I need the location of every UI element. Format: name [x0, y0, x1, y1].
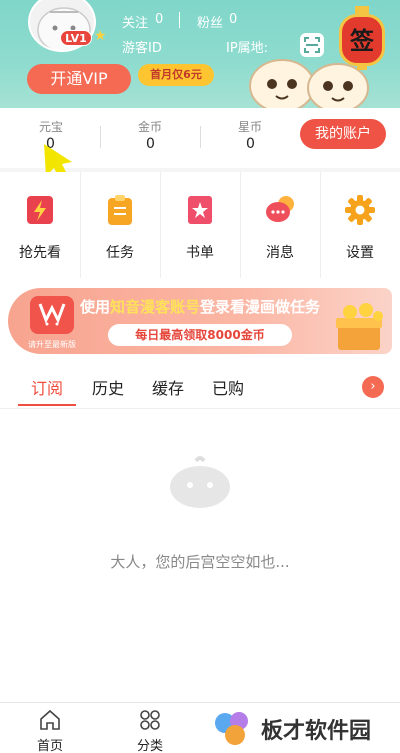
- gold-coin-label: 金币: [138, 120, 163, 134]
- watermark-icon: [215, 712, 248, 745]
- star-icon: ★: [94, 28, 107, 44]
- tab-purchased[interactable]: 已购: [212, 375, 244, 399]
- follow-label[interactable]: 关注: [122, 12, 148, 31]
- banner-subtitle: 每日最高领取8000金币: [108, 324, 292, 346]
- empty-message: 大人，您的后宫空空如也...: [110, 553, 290, 571]
- action-messages[interactable]: 消息: [240, 172, 320, 278]
- empty-state: 大人，您的后宫空空如也...: [0, 408, 400, 702]
- chevron-right-icon[interactable]: ›: [362, 376, 384, 398]
- guest-id-label: 游客ID: [122, 41, 162, 56]
- watermark-text: 板才软件园: [261, 719, 372, 744]
- action-preview[interactable]: 抢先看: [0, 172, 80, 278]
- action-label: 消息: [266, 245, 294, 261]
- nav-label: 首页: [36, 739, 63, 753]
- yuanbao-label: 元宝: [39, 120, 64, 134]
- action-tasks[interactable]: 任务: [80, 172, 160, 278]
- action-booklist[interactable]: 书单: [160, 172, 240, 278]
- lightning-book-icon: [27, 196, 53, 224]
- sign-in-lantern[interactable]: 签: [337, 6, 387, 70]
- quick-actions: 抢先看 任务 书单 消息 设置: [0, 172, 400, 278]
- tab-cache[interactable]: 缓存: [152, 375, 184, 399]
- fans-label[interactable]: 粉丝: [197, 12, 223, 31]
- fans-count: 0: [229, 12, 238, 27]
- action-label: 设置: [346, 245, 374, 261]
- promo-banner-area: 请升至最新版 使用知音漫客账号登录看漫画做任务 每日最高领取8000金币: [0, 278, 400, 364]
- nav-category[interactable]: 分类: [100, 703, 200, 753]
- star-coin-value[interactable]: 0: [246, 136, 255, 152]
- logo-caption: 请升至最新版: [28, 340, 76, 349]
- currency-divider: [100, 126, 101, 148]
- follow-count: 0: [155, 12, 164, 27]
- category-icon: [140, 710, 160, 730]
- currency-divider: [200, 126, 201, 148]
- my-account-button[interactable]: 我的账户: [300, 119, 386, 149]
- login-promo-banner[interactable]: 请升至最新版 使用知音漫客账号登录看漫画做任务 每日最高领取8000金币: [8, 288, 392, 354]
- tab-history[interactable]: 历史: [92, 375, 124, 399]
- home-icon: [40, 709, 60, 730]
- action-label: 任务: [106, 245, 134, 261]
- library-tabs: 订阅 历史 缓存 已购 ›: [0, 364, 400, 408]
- tab-subscribe[interactable]: 订阅: [31, 375, 63, 399]
- profile-header: LV1 ★ 关注 0 粉丝 0 游客ID IP属地: 开通VIP 首月仅6元 签: [0, 0, 400, 108]
- vip-promo-badge: 首月仅6元: [138, 64, 214, 86]
- stat-divider: [179, 12, 180, 28]
- star-coin-label: 星币: [238, 120, 263, 134]
- watermark-logo: 板才软件园: [213, 707, 400, 749]
- gold-coin-value[interactable]: 0: [146, 136, 155, 152]
- app-logo-icon: [30, 296, 74, 334]
- gear-icon: [345, 195, 375, 225]
- empty-mascot-icon: [170, 456, 230, 508]
- banner-title: 使用知音漫客账号登录看漫画做任务: [80, 298, 321, 316]
- nav-home[interactable]: 首页: [0, 703, 100, 753]
- action-settings[interactable]: 设置: [320, 172, 400, 278]
- clipboard-icon: [108, 195, 132, 225]
- sign-in-label: 签: [350, 27, 374, 55]
- chat-bubble-icon: [266, 196, 294, 222]
- level-badge: LV1: [60, 30, 92, 46]
- action-label: 抢先看: [19, 245, 61, 261]
- action-label: 书单: [186, 245, 214, 261]
- nav-label: 分类: [136, 739, 163, 753]
- open-vip-button[interactable]: 开通VIP: [27, 64, 131, 94]
- gift-box-icon: [336, 303, 383, 350]
- active-tab-indicator: [18, 404, 76, 406]
- star-book-icon: [188, 196, 212, 224]
